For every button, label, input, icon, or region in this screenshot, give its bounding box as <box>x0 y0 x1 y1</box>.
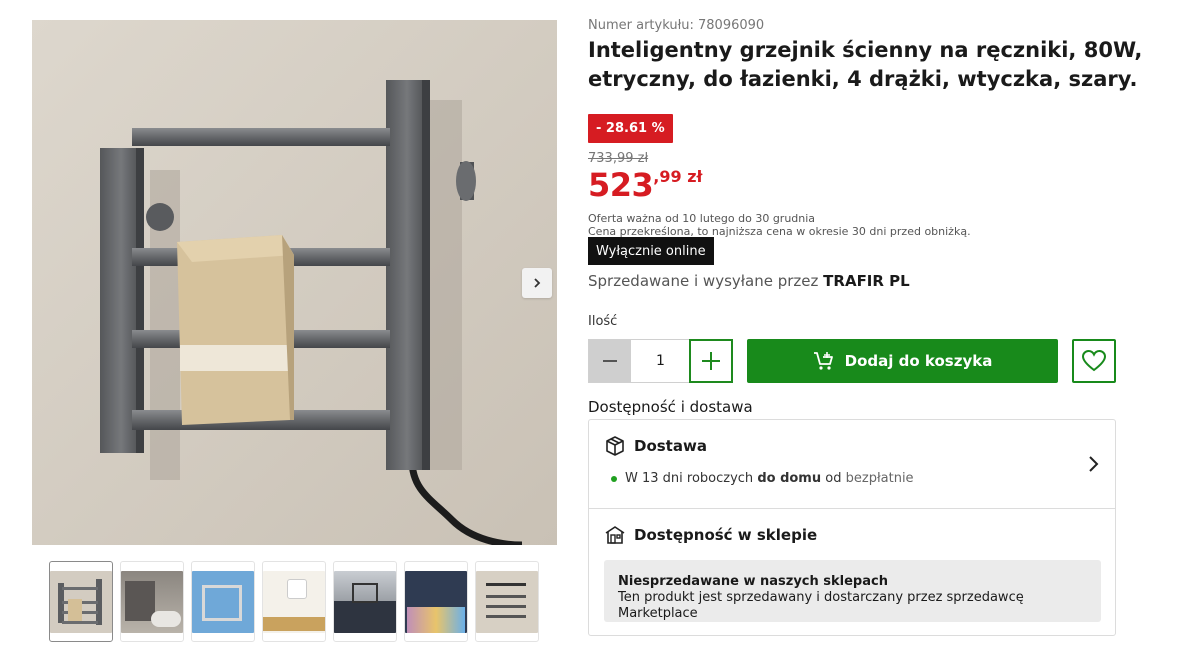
chevron-right-icon[interactable] <box>1087 455 1099 473</box>
delivery-estimate: W 13 dni roboczych do domu od bezpłatnie <box>611 471 914 486</box>
store-notice-text: Ten produkt jest sprzedawany i dostarcza… <box>618 590 1024 621</box>
cart-plus-icon <box>813 352 833 370</box>
seller-prefix: Sprzedawane i wysyłane przez <box>588 272 819 290</box>
offer-validity: Oferta ważna od 10 lutego do 30 grudnia <box>588 212 816 225</box>
delivery-cost: bezpłatnie <box>845 471 914 486</box>
current-price: 523,99 zł <box>588 166 702 204</box>
delivery-destination: do domu <box>757 471 822 486</box>
box-icon <box>606 436 624 456</box>
status-dot <box>611 475 617 482</box>
seller-info: Sprzedawane i wysyłane przez TRAFIR PL <box>588 272 910 290</box>
quantity-decrease-button[interactable] <box>589 340 632 382</box>
delivery-from: od <box>825 471 842 486</box>
add-to-cart-button[interactable]: Dodaj do koszyka <box>747 339 1058 383</box>
store-availability-header: Dostępność w sklepie <box>605 525 817 545</box>
availability-panel: Dostawa W 13 dni roboczych do domu od be… <box>588 419 1116 636</box>
price-fraction: ,99 zł <box>653 167 703 186</box>
product-title: Inteligentny grzejnik ścienny na ręcznik… <box>588 38 1143 91</box>
delivery-option[interactable]: Dostawa W 13 dni roboczych do domu od be… <box>589 420 1115 509</box>
store-icon <box>605 526 625 544</box>
store-availability-notice: Niesprzedawane w naszych sklepach Ten pr… <box>604 560 1101 622</box>
quantity-label: Ilość <box>588 314 618 329</box>
store-notice-title: Niesprzedawane w naszych sklepach <box>618 574 888 589</box>
gallery-thumbnail[interactable] <box>475 561 539 642</box>
towel-radiator-illustration <box>32 20 557 545</box>
price-main: 523 <box>588 166 654 204</box>
article-number: Numer artykułu: 78096090 <box>588 18 765 33</box>
delivery-time: W 13 dni roboczych <box>625 471 754 486</box>
wishlist-button[interactable] <box>1072 339 1116 383</box>
old-price: 733,99 zł <box>588 151 649 166</box>
quantity-input[interactable] <box>631 340 690 382</box>
product-main-image[interactable] <box>32 20 557 545</box>
gallery-thumbnail[interactable] <box>49 561 113 642</box>
discount-badge: - 28.61 % <box>588 114 673 143</box>
store-availability-title: Dostępność w sklepie <box>634 526 818 544</box>
plus-icon <box>702 352 721 370</box>
quantity-increase-button[interactable] <box>689 339 733 383</box>
chevron-right-icon <box>534 278 541 288</box>
online-only-badge: Wyłącznie online <box>588 237 714 265</box>
delivery-title: Dostawa <box>634 437 707 455</box>
delivery-header: Dostawa <box>605 436 707 456</box>
gallery-thumbnail[interactable] <box>262 561 326 642</box>
quantity-stepper <box>588 339 733 383</box>
gallery-thumbnail[interactable] <box>404 561 468 642</box>
seller-name[interactable]: TRAFIR PL <box>823 272 910 290</box>
gallery-next-button[interactable] <box>522 268 552 298</box>
minus-icon <box>603 360 618 362</box>
gallery-thumbnail[interactable] <box>191 561 255 642</box>
heart-icon <box>1082 350 1106 372</box>
gallery-thumbnails <box>49 561 539 642</box>
availability-section-title: Dostępność i dostawa <box>588 398 753 416</box>
offer-info: Oferta ważna od 10 lutego do 30 grudnia … <box>588 212 971 238</box>
add-to-cart-label: Dodaj do koszyka <box>844 352 993 370</box>
gallery-thumbnail[interactable] <box>333 561 397 642</box>
gallery-thumbnail[interactable] <box>120 561 184 642</box>
